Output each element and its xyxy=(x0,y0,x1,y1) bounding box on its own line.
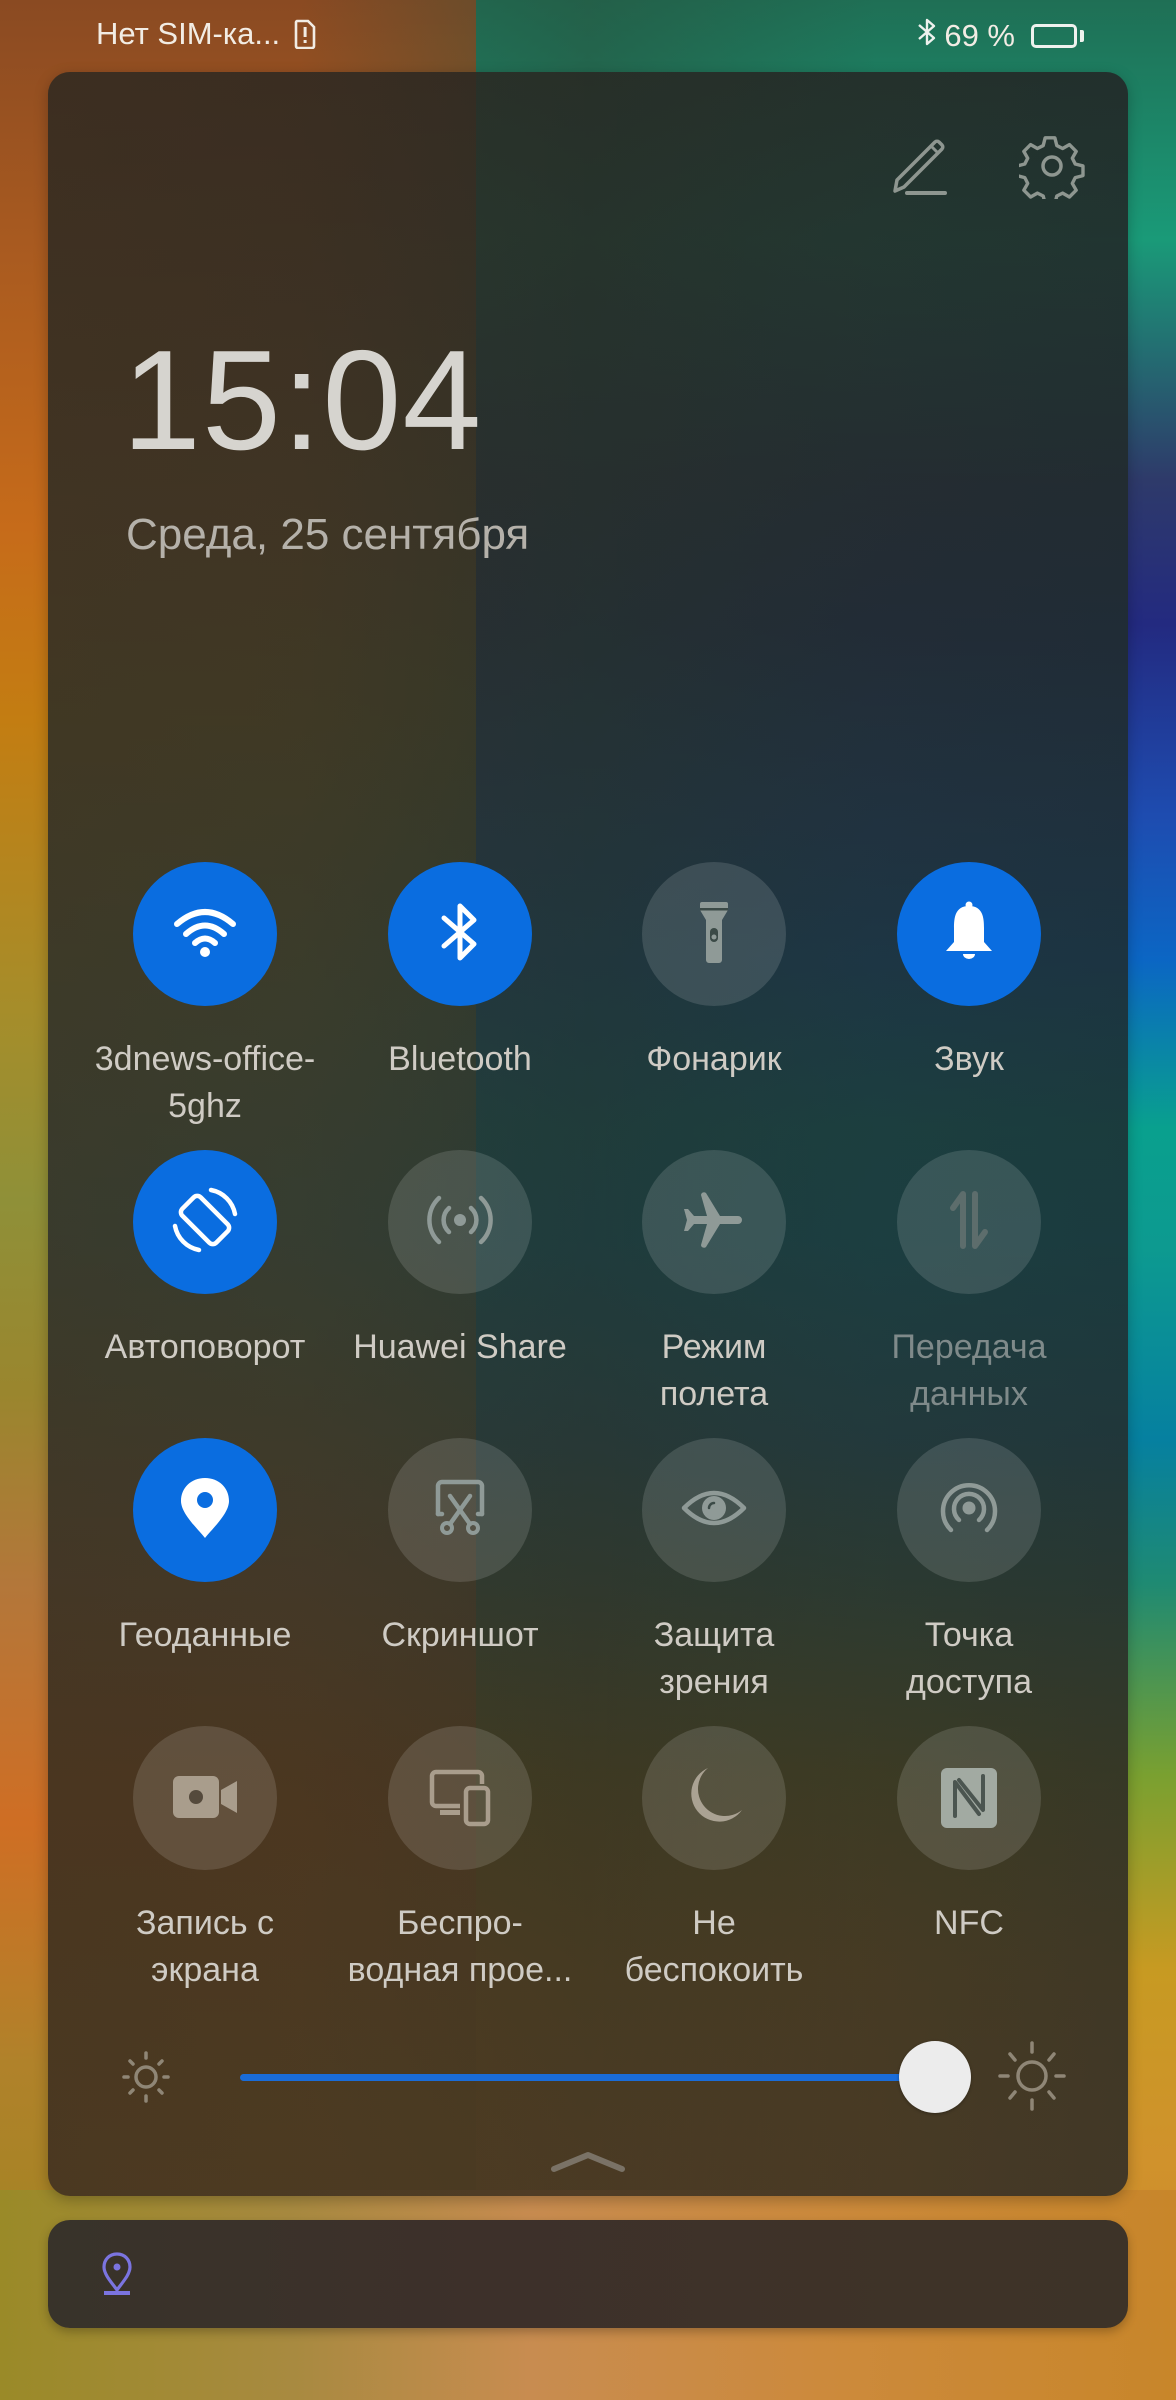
tile-hotspot-button[interactable] xyxy=(897,1438,1041,1582)
screen-record-icon xyxy=(169,1760,241,1837)
quick-settings-panel: 15:04 Среда, 25 сентября 3dnews-office- … xyxy=(48,72,1128,2196)
notification-card[interactable] xyxy=(48,2220,1128,2328)
tile-hotspot[interactable]: Точка доступа xyxy=(842,1438,1096,1706)
gear-icon xyxy=(1015,133,1085,205)
tile-wireless-projection[interactable]: Беспро- водная прое... xyxy=(333,1726,587,1994)
bluetooth-icon xyxy=(916,16,938,56)
tile-eye-comfort-button[interactable] xyxy=(642,1438,786,1582)
status-bar: Нет SIM-ка... 69 % xyxy=(0,0,1176,72)
tile-screen-record[interactable]: Запись с экрана xyxy=(78,1726,332,1994)
battery-icon xyxy=(1031,24,1084,48)
tile-wifi-label: 3dnews-office- 5ghz xyxy=(94,1040,316,1125)
sim-alert-icon xyxy=(294,19,316,50)
tile-huawei-share-button[interactable] xyxy=(388,1150,532,1294)
tile-hotspot-label: Точка доступа xyxy=(905,1616,1033,1701)
clock-date: Среда, 25 сентября xyxy=(126,510,530,559)
nfc-icon xyxy=(933,1760,1005,1837)
tile-eye-comfort[interactable]: Защита зрения xyxy=(587,1438,841,1706)
tile-wifi[interactable]: 3dnews-office- 5ghz xyxy=(78,862,332,1130)
tile-do-not-disturb-button[interactable] xyxy=(642,1726,786,1870)
tile-screen-record-button[interactable] xyxy=(133,1726,277,1870)
tile-do-not-disturb-label: Не беспокоить xyxy=(624,1904,804,1989)
tile-mobile-data-label: Передача данных xyxy=(891,1328,1047,1413)
brightness-high-icon xyxy=(998,2040,1066,2117)
battery-percent: 69 % xyxy=(944,18,1015,53)
auto-rotate-icon xyxy=(169,1184,241,1261)
tile-sound-button[interactable] xyxy=(897,862,1041,1006)
tile-eye-comfort-label: Защита зрения xyxy=(653,1616,775,1701)
tile-nfc-label: NFC xyxy=(934,1904,1004,1942)
wireless-projection-icon xyxy=(424,1760,496,1837)
tile-location-button[interactable] xyxy=(133,1438,277,1582)
tile-screen-record-label: Запись с экрана xyxy=(135,1904,274,1989)
brightness-thumb[interactable] xyxy=(899,2041,971,2113)
brightness-low-icon xyxy=(120,2049,172,2110)
hotspot-icon xyxy=(933,1472,1005,1549)
tile-mobile-data[interactable]: Передача данных xyxy=(842,1150,1096,1418)
tile-bluetooth[interactable]: Bluetooth xyxy=(333,862,587,1083)
tile-nfc-button[interactable] xyxy=(897,1726,1041,1870)
tile-flashlight[interactable]: Фонарик xyxy=(587,862,841,1083)
tile-screenshot[interactable]: Скриншот xyxy=(333,1438,587,1659)
pencil-edit-icon xyxy=(885,133,951,204)
brightness-track[interactable] xyxy=(240,2074,935,2081)
flashlight-icon xyxy=(678,896,750,973)
tile-flashlight-label: Фонарик xyxy=(646,1040,782,1078)
tile-airplane-mode[interactable]: Режим полета xyxy=(587,1150,841,1418)
location-pin-icon xyxy=(102,2252,132,2301)
settings-button[interactable] xyxy=(1015,132,1088,205)
airplane-icon xyxy=(678,1184,750,1261)
location-icon xyxy=(169,1472,241,1549)
tile-sound-label: Звук xyxy=(934,1040,1004,1078)
tile-mobile-data-button[interactable] xyxy=(897,1150,1041,1294)
huawei-share-icon xyxy=(424,1184,496,1261)
tile-do-not-disturb[interactable]: Не беспокоить xyxy=(587,1726,841,1994)
tile-wifi-button[interactable] xyxy=(133,862,277,1006)
carrier-text: Нет SIM-ка... xyxy=(96,16,281,51)
tile-flashlight-button[interactable] xyxy=(642,862,786,1006)
tile-auto-rotate-button[interactable] xyxy=(133,1150,277,1294)
tile-screenshot-label: Скриншот xyxy=(381,1616,539,1654)
tile-wireless-projection-label: Беспро- водная прое... xyxy=(347,1904,573,1989)
tile-huawei-share-label: Huawei Share xyxy=(353,1328,567,1366)
tile-auto-rotate-label: Автоповорот xyxy=(104,1328,306,1366)
tile-bluetooth-button[interactable] xyxy=(388,862,532,1006)
tile-airplane-mode-button[interactable] xyxy=(642,1150,786,1294)
bell-icon xyxy=(933,896,1005,973)
tile-location[interactable]: Геоданные xyxy=(78,1438,332,1659)
edit-button[interactable] xyxy=(882,132,954,204)
moon-icon xyxy=(678,1760,750,1837)
clock-time: 15:04 xyxy=(122,321,483,480)
eye-comfort-icon xyxy=(678,1472,750,1549)
tile-auto-rotate[interactable]: Автоповорот xyxy=(78,1150,332,1371)
tile-airplane-mode-label: Режим полета xyxy=(659,1328,769,1413)
tile-screenshot-button[interactable] xyxy=(388,1438,532,1582)
tile-huawei-share[interactable]: Huawei Share xyxy=(333,1150,587,1371)
brightness-slider[interactable] xyxy=(48,2041,1128,2113)
tile-sound[interactable]: Звук xyxy=(842,862,1096,1083)
bluetooth-icon xyxy=(430,896,490,973)
tile-nfc[interactable]: NFC xyxy=(842,1726,1096,1947)
tile-bluetooth-label: Bluetooth xyxy=(388,1040,532,1078)
tile-location-label: Геоданные xyxy=(118,1616,292,1654)
chevron-up-icon xyxy=(548,2152,628,2181)
wifi-icon xyxy=(169,896,241,973)
tile-wireless-projection-button[interactable] xyxy=(388,1726,532,1870)
mobile-data-icon xyxy=(933,1184,1005,1261)
collapse-handle[interactable] xyxy=(548,2147,628,2177)
screenshot-icon xyxy=(424,1472,496,1549)
